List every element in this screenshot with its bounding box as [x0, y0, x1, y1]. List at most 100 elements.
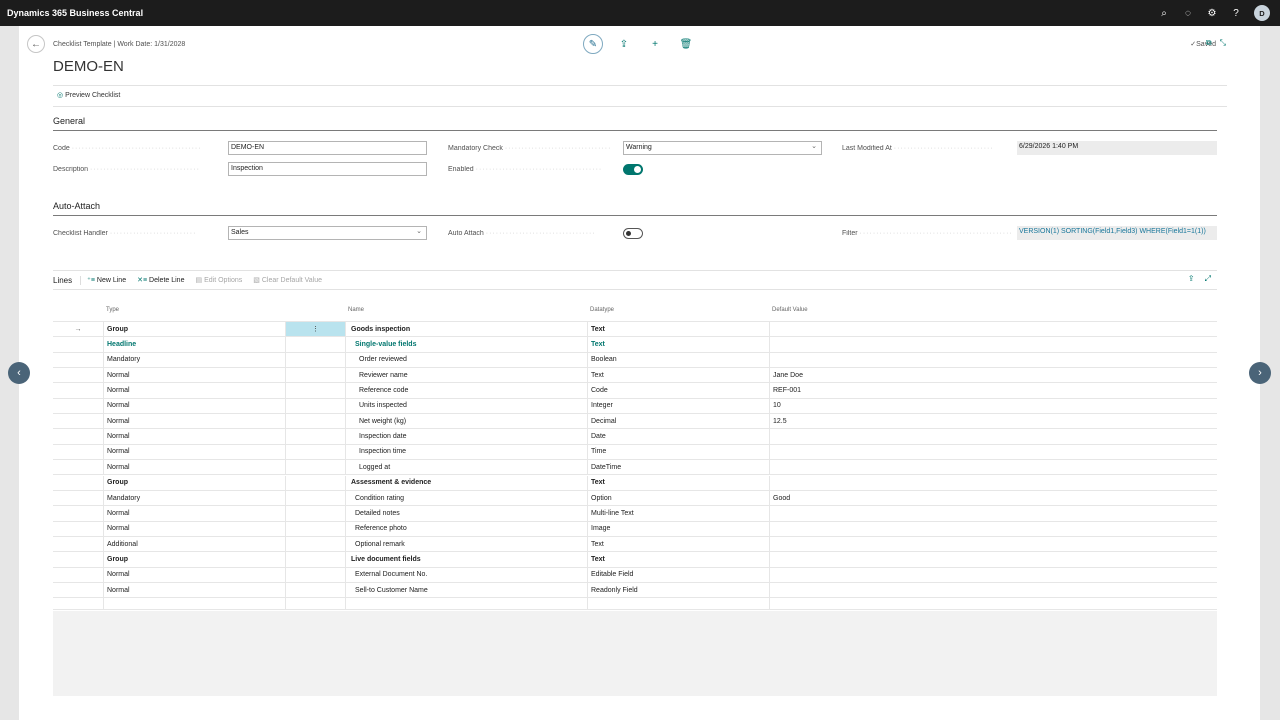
share-icon[interactable]: ⇪: [1188, 274, 1195, 284]
cell-name[interactable]: Live document fields: [345, 552, 587, 567]
cell-name[interactable]: Single-value fields: [345, 337, 587, 352]
cell-row-menu[interactable]: [285, 368, 345, 383]
empty-cell[interactable]: [53, 598, 103, 609]
cell-name[interactable]: Reference code: [345, 383, 587, 398]
delete-line-button[interactable]: ✕≡ Delete Line: [137, 276, 184, 284]
cell-row-menu[interactable]: [285, 383, 345, 398]
table-row[interactable]: Normal Reference photo Image: [53, 521, 1217, 537]
cell-datatype[interactable]: Text: [587, 475, 769, 490]
cell-type[interactable]: Mandatory: [103, 352, 285, 368]
cell-datatype[interactable]: Text: [587, 322, 769, 337]
add-icon[interactable]: +: [645, 34, 665, 54]
cell-default-value[interactable]: [769, 506, 1217, 521]
cell-type[interactable]: Normal: [103, 460, 285, 475]
section-auto-attach-title[interactable]: Auto-Attach: [53, 201, 100, 211]
cell-datatype[interactable]: Text: [587, 552, 769, 567]
cell-name[interactable]: Assessment & evidence: [345, 475, 587, 490]
table-row[interactable]: Normal Reference code Code REF-001: [53, 383, 1217, 399]
cell-name[interactable]: Logged at: [345, 460, 587, 475]
cell-type[interactable]: Normal: [103, 429, 285, 444]
empty-cell[interactable]: [285, 598, 345, 610]
cell-default-value[interactable]: Good: [769, 490, 1217, 506]
app-name[interactable]: Dynamics 365 Business Central: [0, 8, 143, 18]
back-button[interactable]: ←: [27, 35, 45, 53]
empty-cell[interactable]: [345, 598, 587, 610]
delete-icon[interactable]: 🗑: [676, 34, 696, 54]
cell-datatype[interactable]: Code: [587, 383, 769, 398]
cell-datatype[interactable]: Text: [587, 337, 769, 352]
cell-datatype[interactable]: Image: [587, 521, 769, 536]
cell-default-value[interactable]: [769, 521, 1217, 536]
table-row[interactable]: Normal Net weight (kg) Decimal 12.5: [53, 414, 1217, 430]
table-row[interactable]: Normal Sell-to Customer Name Readonly Fiel…: [53, 582, 1217, 599]
cell-row-menu[interactable]: [285, 398, 345, 414]
cell-default-value[interactable]: [769, 460, 1217, 475]
cell-type[interactable]: Group: [103, 475, 285, 490]
cell-default-value[interactable]: [769, 444, 1217, 460]
cell-default-value[interactable]: [769, 429, 1217, 444]
cell-datatype[interactable]: Text: [587, 368, 769, 383]
empty-cell[interactable]: [103, 598, 285, 610]
cell-name[interactable]: Reference photo: [345, 521, 587, 536]
open-new-window-icon[interactable]: ⧉: [1206, 38, 1212, 48]
cell-row-menu[interactable]: [285, 352, 345, 368]
cell-type[interactable]: Mandatory: [103, 490, 285, 506]
cell-default-value[interactable]: [769, 337, 1217, 352]
cell-type[interactable]: Headline: [103, 337, 285, 352]
collapse-icon[interactable]: ⤡: [1220, 38, 1226, 48]
table-row[interactable]: Normal Inspection time Time: [53, 444, 1217, 461]
empty-cell[interactable]: [769, 598, 1217, 610]
cell-default-value[interactable]: 10: [769, 398, 1217, 414]
more-options-icon[interactable]: ⋮: [285, 322, 345, 337]
table-row[interactable]: Normal Reviewer name Text Jane Doe: [53, 368, 1217, 384]
section-general-title[interactable]: General: [53, 116, 85, 126]
cell-type[interactable]: Normal: [103, 506, 285, 521]
cell-default-value[interactable]: Jane Doe: [769, 368, 1217, 383]
cell-type[interactable]: Normal: [103, 567, 285, 582]
cell-row-menu[interactable]: [285, 552, 345, 567]
cell-name[interactable]: Condition rating: [345, 490, 587, 506]
cell-name[interactable]: Reviewer name: [345, 368, 587, 383]
cell-default-value[interactable]: [769, 567, 1217, 582]
column-header-name[interactable]: Name: [348, 307, 364, 321]
cell-row-menu[interactable]: [285, 337, 345, 352]
empty-cell[interactable]: [587, 598, 769, 610]
cell-datatype[interactable]: Date: [587, 429, 769, 444]
cell-type[interactable]: Normal: [103, 398, 285, 414]
gear-icon[interactable]: ⚙: [1206, 8, 1218, 19]
cell-default-value[interactable]: [769, 552, 1217, 567]
mandatory-check-select[interactable]: Warning ⌄: [623, 141, 822, 155]
table-row[interactable]: Additional Optional remark Text: [53, 536, 1217, 553]
search-icon[interactable]: ⌕: [1158, 8, 1170, 19]
cell-row-menu[interactable]: [285, 506, 345, 521]
code-input[interactable]: DEMO-EN: [228, 141, 427, 155]
cell-name[interactable]: Inspection date: [345, 429, 587, 444]
auto-attach-toggle[interactable]: [623, 228, 643, 239]
new-line-button[interactable]: ⁺≡ New Line: [87, 276, 126, 284]
table-row[interactable]: Group Live document fields Text: [53, 552, 1217, 568]
cell-type[interactable]: Group: [103, 552, 285, 567]
table-row[interactable]: Mandatory Order reviewed Boolean: [53, 352, 1217, 369]
cell-row-menu[interactable]: [285, 414, 345, 429]
cell-name[interactable]: Goods inspection: [345, 322, 587, 337]
cell-row-menu[interactable]: [285, 536, 345, 552]
cell-row-menu[interactable]: [285, 521, 345, 536]
help-icon[interactable]: ?: [1230, 8, 1242, 19]
cell-row-menu[interactable]: [285, 490, 345, 506]
checklist-handler-select[interactable]: Sales ⌄: [228, 226, 427, 240]
description-input[interactable]: Inspection: [228, 162, 427, 176]
table-row[interactable]: Normal Inspection date Date: [53, 429, 1217, 445]
edit-options-button[interactable]: ▤ Edit Options: [195, 276, 242, 284]
cell-name[interactable]: Inspection time: [345, 444, 587, 460]
table-row[interactable]: Normal External Document No. Editable Fiel…: [53, 567, 1217, 583]
next-record-button[interactable]: ›: [1249, 362, 1271, 384]
cell-type[interactable]: Normal: [103, 444, 285, 460]
avatar[interactable]: D: [1254, 5, 1270, 21]
cell-name[interactable]: External Document No.: [345, 567, 587, 582]
cell-default-value[interactable]: [769, 536, 1217, 552]
lines-title[interactable]: Lines: [53, 275, 82, 285]
cell-name[interactable]: Units inspected: [345, 398, 587, 414]
cell-datatype[interactable]: Option: [587, 490, 769, 506]
cell-default-value[interactable]: [769, 352, 1217, 368]
cell-name[interactable]: Sell-to Customer Name: [345, 582, 587, 598]
